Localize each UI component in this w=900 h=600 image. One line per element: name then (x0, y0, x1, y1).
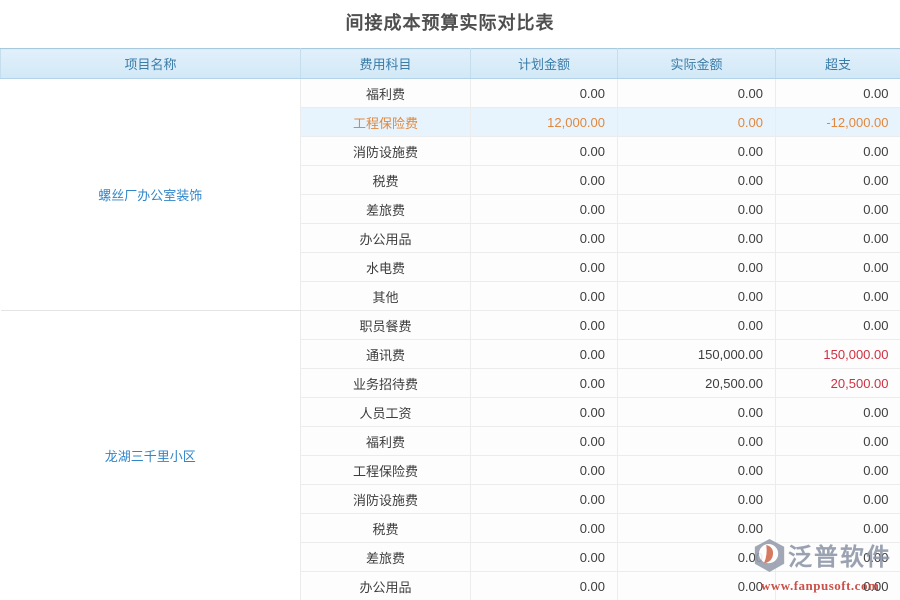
planned-amount-cell: 0.00 (471, 253, 618, 282)
actual-amount-cell: 0.00 (618, 79, 776, 108)
overspend-cell: 0.00 (776, 572, 900, 600)
column-header-3: 计划金额 (471, 49, 618, 79)
actual-amount-cell: 150,000.00 (618, 340, 776, 369)
overspend-cell: 0.00 (776, 79, 900, 108)
expense-category-cell: 工程保险费 (301, 108, 471, 137)
actual-amount-cell: 0.00 (618, 427, 776, 456)
overspend-cell: 0.00 (776, 485, 900, 514)
planned-amount-cell: 0.00 (471, 282, 618, 311)
expense-category-cell: 职员餐费 (301, 311, 471, 340)
planned-amount-cell: 0.00 (471, 166, 618, 195)
expense-category-cell: 税费 (301, 166, 471, 195)
planned-amount-cell: 0.00 (471, 543, 618, 572)
overspend-cell: 0.00 (776, 456, 900, 485)
planned-amount-cell: 0.00 (471, 456, 618, 485)
expense-category-cell: 业务招待费 (301, 369, 471, 398)
actual-amount-cell: 0.00 (618, 137, 776, 166)
project-name-cell[interactable]: 螺丝厂办公室装饰 (1, 79, 301, 311)
expense-category-cell: 通讯费 (301, 340, 471, 369)
planned-amount-cell: 0.00 (471, 369, 618, 398)
actual-amount-cell: 0.00 (618, 108, 776, 137)
planned-amount-cell: 12,000.00 (471, 108, 618, 137)
actual-amount-cell: 0.00 (618, 398, 776, 427)
overspend-cell: 150,000.00 (776, 340, 900, 369)
expense-category-cell: 消防设施费 (301, 137, 471, 166)
expense-category-cell: 其他 (301, 282, 471, 311)
overspend-cell: 0.00 (776, 311, 900, 340)
project-name-cell[interactable]: 龙湖三千里小区 (1, 311, 301, 600)
column-header-2: 费用科目 (301, 49, 471, 79)
expense-category-cell: 差旅费 (301, 543, 471, 572)
expense-category-cell: 福利费 (301, 427, 471, 456)
overspend-cell: 0.00 (776, 514, 900, 543)
planned-amount-cell: 0.00 (471, 398, 618, 427)
overspend-cell: 20,500.00 (776, 369, 900, 398)
planned-amount-cell: 0.00 (471, 79, 618, 108)
expense-category-cell: 办公用品 (301, 224, 471, 253)
table-row[interactable]: 龙湖三千里小区职员餐费0.000.000.00 (1, 311, 900, 340)
actual-amount-cell: 0.00 (618, 253, 776, 282)
planned-amount-cell: 0.00 (471, 311, 618, 340)
actual-amount-cell: 0.00 (618, 514, 776, 543)
table-row[interactable]: 螺丝厂办公室装饰福利费0.000.000.00 (1, 79, 900, 108)
planned-amount-cell: 0.00 (471, 195, 618, 224)
planned-amount-cell: 0.00 (471, 485, 618, 514)
planned-amount-cell: 0.00 (471, 340, 618, 369)
column-header-4: 实际金额 (618, 49, 776, 79)
budget-actual-comparison-table: 项目名称费用科目计划金额实际金额超支 螺丝厂办公室装饰福利费0.000.000.… (0, 48, 900, 600)
actual-amount-cell: 0.00 (618, 195, 776, 224)
page-title: 间接成本预算实际对比表 (0, 0, 900, 48)
actual-amount-cell: 0.00 (618, 456, 776, 485)
overspend-cell: 0.00 (776, 398, 900, 427)
column-header-1: 项目名称 (1, 49, 301, 79)
expense-category-cell: 差旅费 (301, 195, 471, 224)
overspend-cell: 0.00 (776, 166, 900, 195)
expense-category-cell: 工程保险费 (301, 456, 471, 485)
actual-amount-cell: 20,500.00 (618, 369, 776, 398)
column-header-5: 超支 (776, 49, 900, 79)
expense-category-cell: 税费 (301, 514, 471, 543)
expense-category-cell: 福利费 (301, 79, 471, 108)
overspend-cell: 0.00 (776, 253, 900, 282)
actual-amount-cell: 0.00 (618, 543, 776, 572)
overspend-cell: 0.00 (776, 224, 900, 253)
table-header-row: 项目名称费用科目计划金额实际金额超支 (1, 49, 900, 79)
overspend-cell: 0.00 (776, 282, 900, 311)
expense-category-cell: 办公用品 (301, 572, 471, 600)
actual-amount-cell: 0.00 (618, 166, 776, 195)
planned-amount-cell: 0.00 (471, 514, 618, 543)
planned-amount-cell: 0.00 (471, 427, 618, 456)
planned-amount-cell: 0.00 (471, 137, 618, 166)
overspend-cell: 0.00 (776, 137, 900, 166)
overspend-cell: 0.00 (776, 543, 900, 572)
overspend-cell: 0.00 (776, 427, 900, 456)
expense-category-cell: 消防设施费 (301, 485, 471, 514)
actual-amount-cell: 0.00 (618, 572, 776, 600)
actual-amount-cell: 0.00 (618, 282, 776, 311)
actual-amount-cell: 0.00 (618, 485, 776, 514)
planned-amount-cell: 0.00 (471, 572, 618, 600)
overspend-cell: 0.00 (776, 195, 900, 224)
expense-category-cell: 人员工资 (301, 398, 471, 427)
actual-amount-cell: 0.00 (618, 311, 776, 340)
actual-amount-cell: 0.00 (618, 224, 776, 253)
expense-category-cell: 水电费 (301, 253, 471, 282)
planned-amount-cell: 0.00 (471, 224, 618, 253)
overspend-cell: -12,000.00 (776, 108, 900, 137)
